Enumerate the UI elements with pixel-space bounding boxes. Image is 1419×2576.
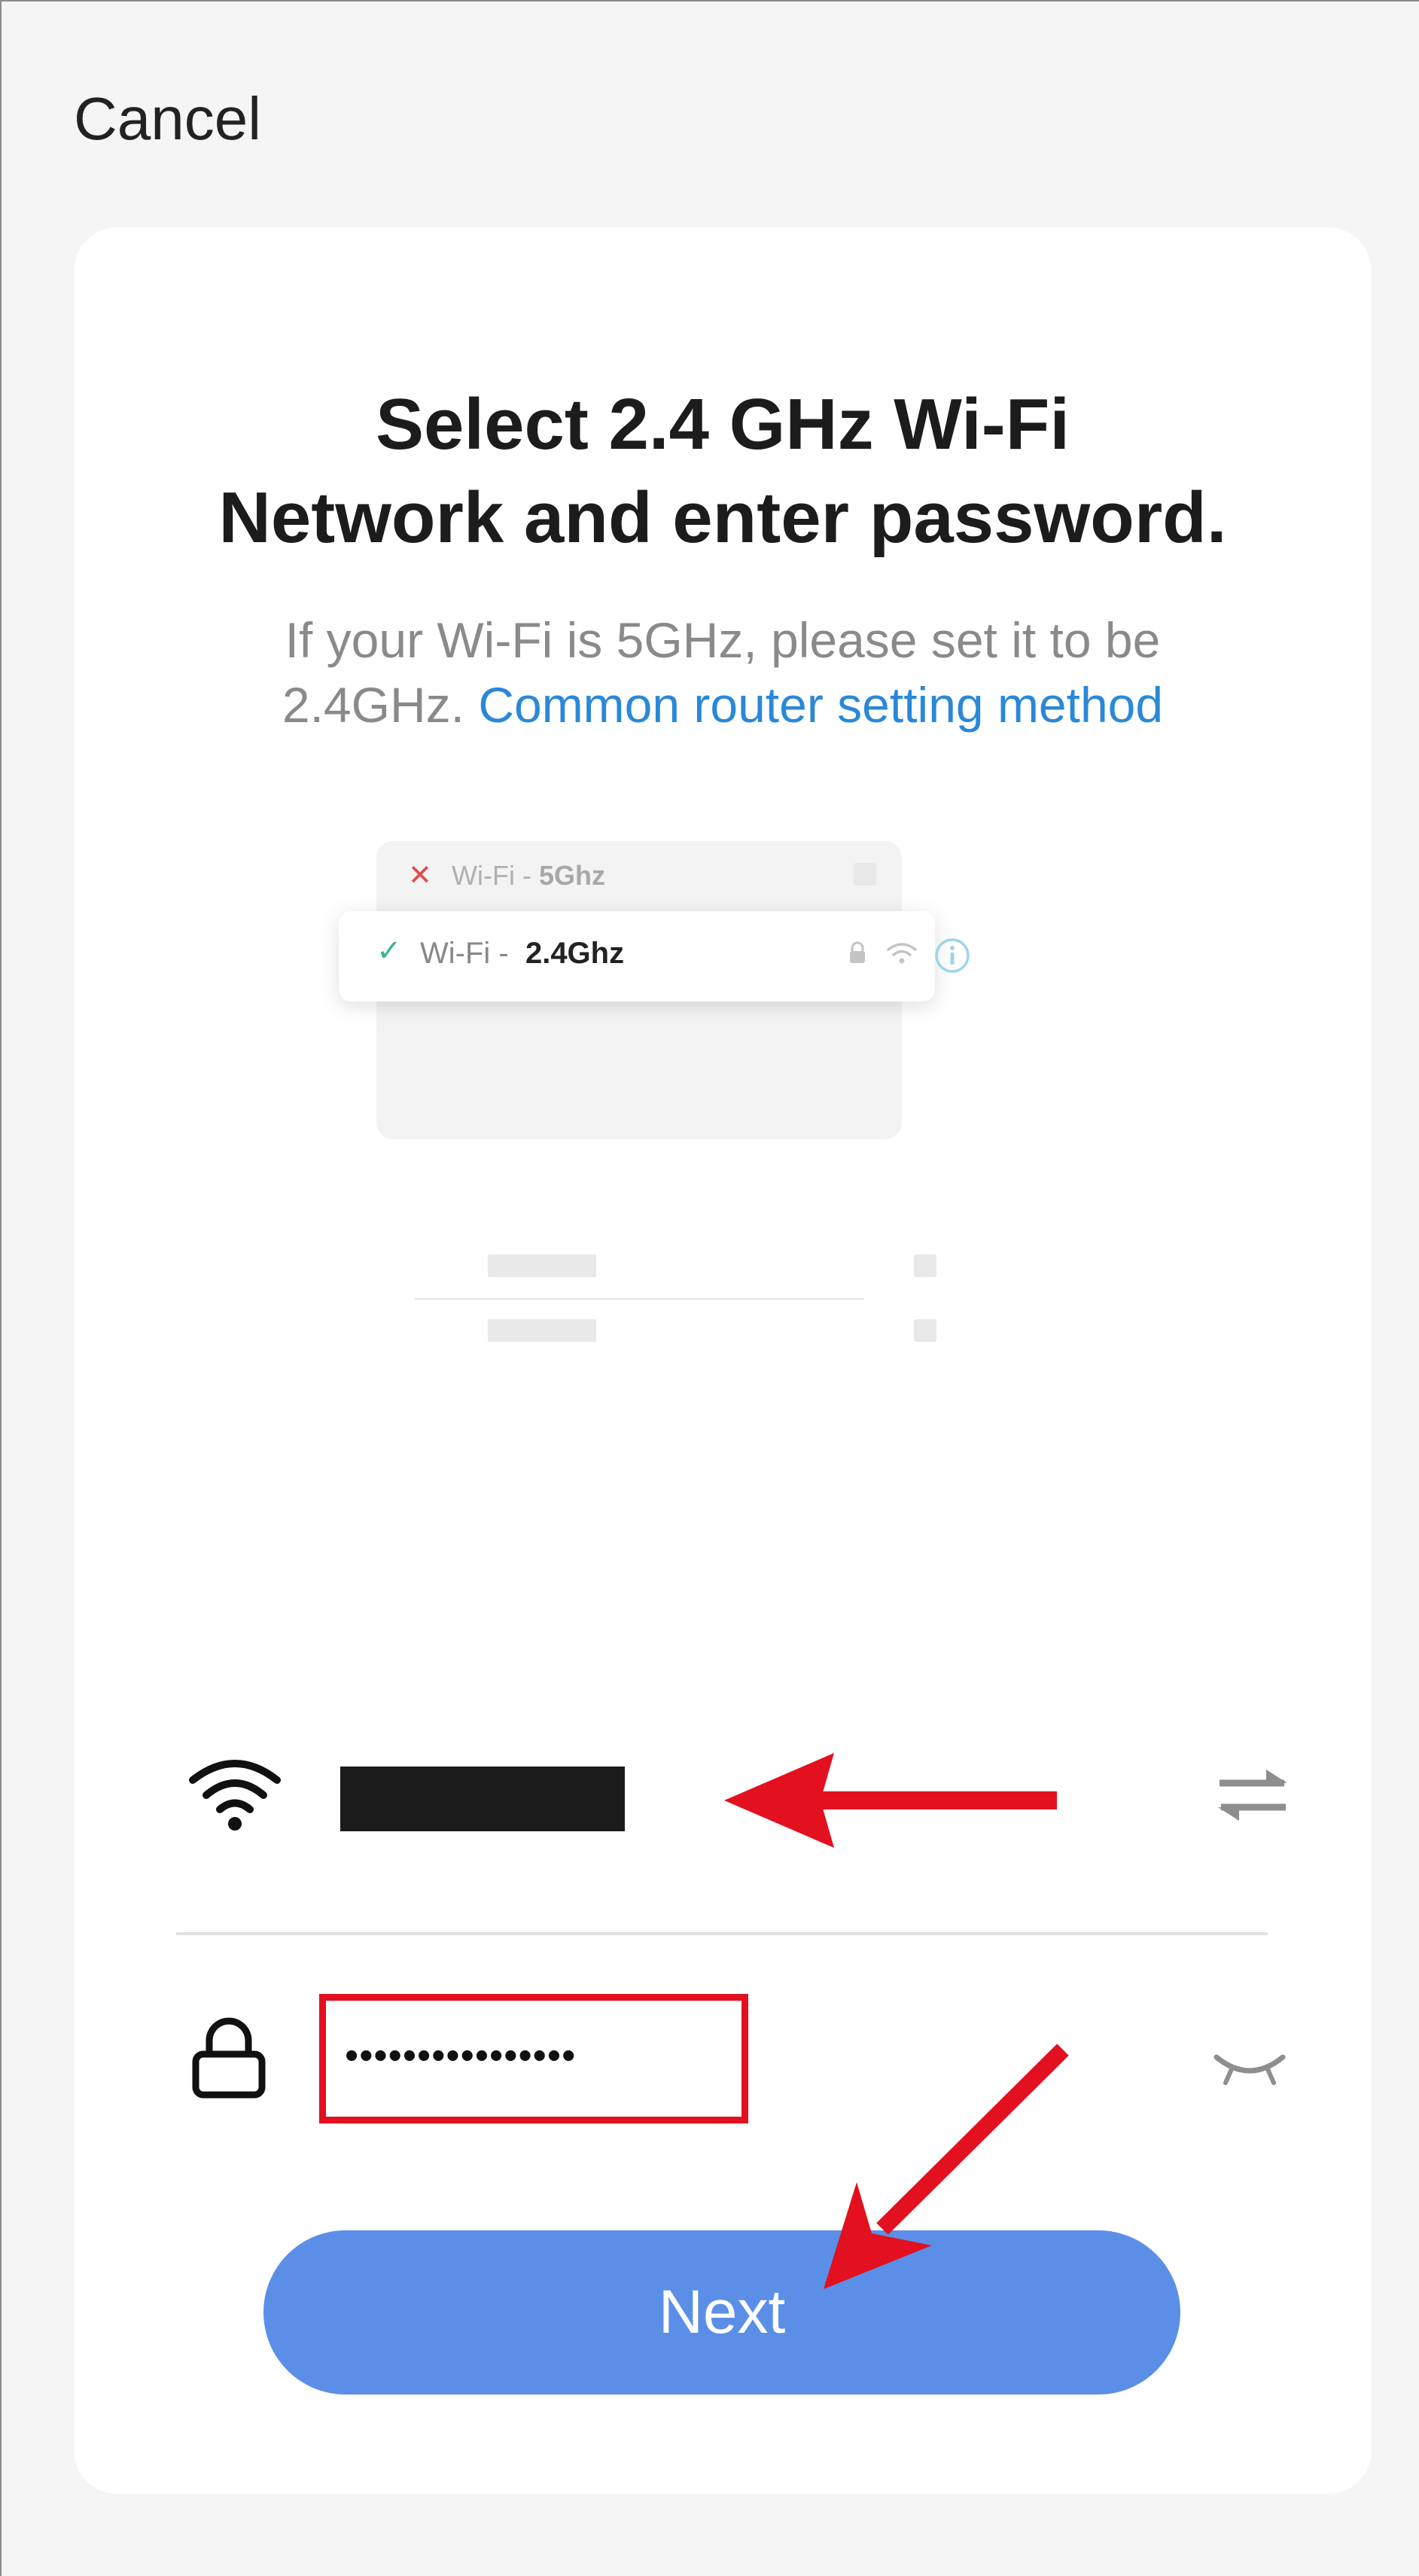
arrow-to-ssid-head	[724, 1753, 834, 1848]
arrow-to-next-shaft	[876, 2044, 1069, 2235]
annotation-overlay	[724, 1753, 1069, 2289]
